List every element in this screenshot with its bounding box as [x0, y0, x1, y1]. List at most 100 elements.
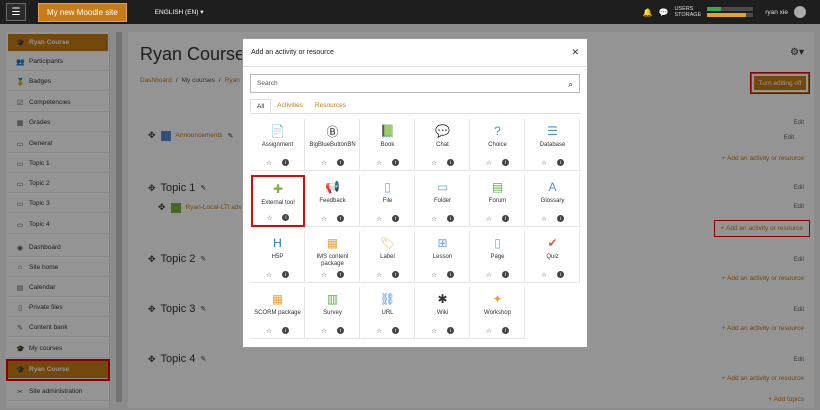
- star-icon[interactable]: ☆: [266, 271, 272, 279]
- star-icon[interactable]: ☆: [486, 271, 492, 279]
- star-icon[interactable]: ☆: [321, 215, 327, 223]
- star-icon[interactable]: ☆: [376, 159, 382, 167]
- activity-tile-url[interactable]: ⛓ URL ☆ i: [361, 287, 415, 339]
- info-icon[interactable]: i: [391, 215, 399, 222]
- tile-footer: ☆ i: [376, 159, 399, 167]
- avatar[interactable]: [794, 6, 806, 18]
- info-icon[interactable]: i: [446, 271, 454, 278]
- activity-chooser-modal: Add an activity or resource ✕ Search ⌕ A…: [242, 38, 588, 348]
- chat-icon[interactable]: 💬: [658, 8, 668, 17]
- star-icon[interactable]: ☆: [376, 271, 382, 279]
- activity-tile-survey[interactable]: ▥ Survey ☆ i: [306, 287, 360, 339]
- star-icon[interactable]: ☆: [321, 159, 327, 167]
- activity-tile-quiz[interactable]: ✔ Quiz ☆ i: [526, 231, 580, 283]
- info-icon[interactable]: i: [556, 271, 564, 278]
- info-icon[interactable]: i: [501, 271, 509, 278]
- activity-tile-bigbluebuttonbn[interactable]: Ⓑ BigBlueButtonBN ☆ i: [306, 119, 360, 171]
- hamburger-menu-button[interactable]: ☰: [6, 3, 26, 21]
- chat-icon: 💬: [435, 124, 450, 138]
- star-icon[interactable]: ☆: [267, 214, 273, 222]
- star-icon[interactable]: ☆: [541, 159, 547, 167]
- search-icon[interactable]: ⌕: [568, 79, 573, 90]
- activity-tile-name: Database: [539, 142, 566, 148]
- search-input[interactable]: Search ⌕: [250, 74, 580, 93]
- star-icon[interactable]: ☆: [266, 327, 272, 335]
- info-icon[interactable]: i: [281, 327, 289, 334]
- star-icon[interactable]: ☆: [321, 271, 327, 279]
- star-icon[interactable]: ☆: [431, 327, 437, 335]
- info-icon[interactable]: i: [501, 327, 509, 334]
- top-navbar: ☰ My new Moodle site ENGLISH (EN) ▾ 🔔 💬 …: [0, 0, 820, 24]
- tab-all[interactable]: All: [250, 99, 272, 113]
- activity-tile-chat[interactable]: 💬 Chat ☆ i: [416, 119, 470, 171]
- tile-footer: ☆ i: [267, 214, 290, 222]
- activity-tile-label[interactable]: 🏷 Label ☆ i: [361, 231, 415, 283]
- language-menu[interactable]: ENGLISH (EN) ▾: [155, 8, 204, 16]
- activity-tile-name: Choice: [488, 142, 507, 148]
- info-icon[interactable]: i: [391, 271, 399, 278]
- bell-icon[interactable]: 🔔: [643, 8, 653, 17]
- info-icon[interactable]: i: [391, 327, 399, 334]
- activity-tile-assignment[interactable]: 📄 Assignment ☆ i: [251, 119, 305, 171]
- star-icon[interactable]: ☆: [486, 327, 492, 335]
- tab-resources[interactable]: Resources: [309, 99, 352, 113]
- info-icon[interactable]: i: [282, 214, 290, 221]
- tab-activities[interactable]: Activities: [271, 99, 309, 113]
- activity-tile-feedback[interactable]: 📢 Feedback ☆ i: [306, 175, 360, 227]
- activity-tile-workshop[interactable]: ✦ Workshop ☆ i: [471, 287, 525, 339]
- star-icon[interactable]: ☆: [541, 271, 547, 279]
- activity-tile-book[interactable]: 📗 Book ☆ i: [361, 119, 415, 171]
- star-icon[interactable]: ☆: [376, 327, 382, 335]
- wiki-icon: ✱: [437, 292, 448, 306]
- star-icon[interactable]: ☆: [541, 215, 547, 223]
- activity-tile-h5p[interactable]: H H5P ☆ i: [251, 231, 305, 283]
- close-icon[interactable]: ✕: [571, 47, 579, 58]
- tile-footer: ☆ i: [376, 215, 399, 223]
- activity-tile-file[interactable]: ▯ File ☆ i: [361, 175, 415, 227]
- info-icon[interactable]: i: [446, 159, 454, 166]
- activity-tile-wiki[interactable]: ✱ Wiki ☆ i: [416, 287, 470, 339]
- star-icon[interactable]: ☆: [431, 159, 437, 167]
- info-icon[interactable]: i: [336, 215, 344, 222]
- quiz-icon: ✔: [547, 236, 558, 250]
- activity-tile-name: File: [382, 198, 393, 204]
- star-icon[interactable]: ☆: [376, 215, 382, 223]
- user-name[interactable]: ryan xie: [765, 9, 788, 16]
- tile-footer: ☆ i: [266, 271, 289, 279]
- info-icon[interactable]: i: [281, 159, 289, 166]
- info-icon[interactable]: i: [501, 215, 509, 222]
- activity-tile-folder[interactable]: ▭ Folder ☆ i: [416, 175, 470, 227]
- info-icon[interactable]: i: [336, 159, 344, 166]
- star-icon[interactable]: ☆: [486, 215, 492, 223]
- users-usage-fill: [707, 7, 722, 11]
- activity-tile-page[interactable]: ▯ Page ☆ i: [471, 231, 525, 283]
- info-icon[interactable]: i: [391, 159, 399, 166]
- star-icon[interactable]: ☆: [266, 159, 272, 167]
- star-icon[interactable]: ☆: [431, 215, 437, 223]
- activity-tile-database[interactable]: ☰ Database ☆ i: [526, 119, 580, 171]
- storage-usage-bar: [707, 13, 754, 17]
- tile-footer: ☆ i: [431, 159, 454, 167]
- info-icon[interactable]: i: [336, 327, 344, 334]
- info-icon[interactable]: i: [446, 327, 454, 334]
- activity-tile-forum[interactable]: ▤ Forum ☆ i: [471, 175, 525, 227]
- site-name-link[interactable]: My new Moodle site: [38, 2, 127, 22]
- info-icon[interactable]: i: [446, 215, 454, 222]
- info-icon[interactable]: i: [501, 159, 509, 166]
- info-icon[interactable]: i: [336, 271, 344, 278]
- star-icon[interactable]: ☆: [486, 159, 492, 167]
- activity-tile-scorm-package[interactable]: ▦ SCORM package ☆ i: [251, 287, 305, 339]
- info-icon[interactable]: i: [281, 271, 289, 278]
- activity-tile-external-tool[interactable]: ✚ External tool ☆ i: [251, 175, 305, 227]
- activity-tile-ims-content-package[interactable]: ▦ IMS content package ☆ i: [306, 231, 360, 283]
- info-icon[interactable]: i: [556, 159, 564, 166]
- activity-tile-lesson[interactable]: ⊞ Lesson ☆ i: [416, 231, 470, 283]
- activity-tile-name: H5P: [271, 254, 284, 260]
- activity-tile-name: Glossary: [540, 198, 565, 204]
- star-icon[interactable]: ☆: [431, 271, 437, 279]
- activity-tile-name: Book: [380, 142, 395, 148]
- info-icon[interactable]: i: [556, 215, 564, 222]
- activity-tile-glossary[interactable]: A Glossary ☆ i: [526, 175, 580, 227]
- star-icon[interactable]: ☆: [321, 327, 327, 335]
- activity-tile-choice[interactable]: ? Choice ☆ i: [471, 119, 525, 171]
